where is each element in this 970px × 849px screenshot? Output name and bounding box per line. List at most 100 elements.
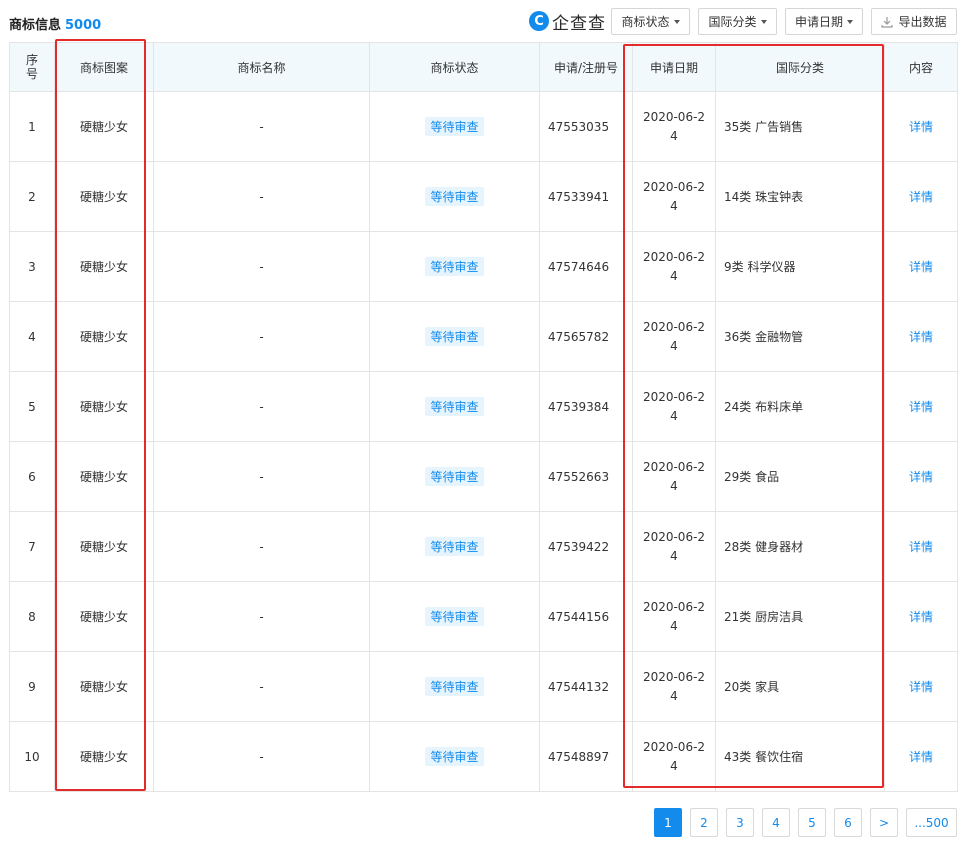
trademark-name: - <box>153 161 370 232</box>
status-badge: 等待审查 <box>425 467 484 486</box>
trademark-image: 硬糖少女 <box>54 651 154 722</box>
apply-date: 2020-06-2 4 <box>632 581 716 652</box>
status-cell: 等待审查 <box>369 371 540 442</box>
header-index: 序号 <box>9 42 55 92</box>
status-badge: 等待审查 <box>425 187 484 206</box>
intl-class: 43类 餐饮住宿 <box>715 721 885 792</box>
page-button-1[interactable]: 1 <box>654 808 682 837</box>
intl-class: 36类 金融物管 <box>715 301 885 372</box>
last-page-button[interactable]: ...500 <box>906 808 957 837</box>
status-badge: 等待审查 <box>425 747 484 766</box>
status-cell: 等待审查 <box>369 651 540 722</box>
row-index: 1 <box>9 91 55 162</box>
header-class: 国际分类 <box>715 42 885 92</box>
detail-link[interactable]: 详情 <box>909 400 933 414</box>
detail-cell: 详情 <box>884 161 958 232</box>
reg-number: 47574646 <box>539 231 633 302</box>
detail-cell: 详情 <box>884 371 958 442</box>
trademark-image: 硬糖少女 <box>54 301 154 372</box>
intl-class: 28类 健身器材 <box>715 511 885 582</box>
status-cell: 等待审查 <box>369 511 540 582</box>
filter-class-dropdown[interactable]: 国际分类 <box>698 8 777 35</box>
chevron-down-icon <box>847 19 853 24</box>
chevron-down-icon <box>760 19 767 24</box>
detail-link[interactable]: 详情 <box>909 260 933 274</box>
apply-date: 2020-06-2 4 <box>632 161 716 232</box>
reg-number: 47533941 <box>539 161 633 232</box>
detail-link[interactable]: 详情 <box>909 540 933 554</box>
status-badge: 等待审查 <box>425 607 484 626</box>
page-button-3[interactable]: 3 <box>726 808 754 837</box>
header-content: 内容 <box>884 42 958 92</box>
page-button-5[interactable]: 5 <box>798 808 826 837</box>
trademark-name: - <box>153 231 370 302</box>
row-index: 3 <box>9 231 55 302</box>
table-row: 6 硬糖少女 - 等待审查 47552663 2020-06-2 4 29类 食品… <box>9 441 958 512</box>
reg-number: 47552663 <box>539 441 633 512</box>
table-row: 2 硬糖少女 - 等待审查 47533941 2020-06-2 4 14类 珠宝… <box>9 161 958 232</box>
page-button-2[interactable]: 2 <box>690 808 718 837</box>
page-button-4[interactable]: 4 <box>762 808 790 837</box>
table-row: 8 硬糖少女 - 等待审查 47544156 2020-06-2 4 21类 厨房… <box>9 581 958 652</box>
filter-status-dropdown[interactable]: 商标状态 <box>611 8 690 35</box>
apply-date: 2020-06-2 4 <box>632 441 716 512</box>
status-cell: 等待审查 <box>369 231 540 302</box>
detail-link[interactable]: 详情 <box>909 190 933 204</box>
detail-cell: 详情 <box>884 231 958 302</box>
filter-date-label: 申请日期 <box>794 15 843 29</box>
intl-class: 14类 珠宝钟表 <box>715 161 885 232</box>
trademark-image: 硬糖少女 <box>54 91 154 162</box>
row-index: 5 <box>9 371 55 442</box>
trademark-image: 硬糖少女 <box>54 371 154 442</box>
intl-class: 9类 科学仪器 <box>715 231 885 302</box>
download-icon <box>881 16 894 28</box>
export-data-button[interactable]: 导出数据 <box>871 8 957 35</box>
trademark-image: 硬糖少女 <box>54 231 154 302</box>
filter-date-dropdown[interactable]: 申请日期 <box>785 8 863 35</box>
apply-date: 2020-06-2 4 <box>632 231 716 302</box>
detail-link[interactable]: 详情 <box>909 120 933 134</box>
intl-class: 21类 厨房洁具 <box>715 581 885 652</box>
status-cell: 等待审查 <box>369 161 540 232</box>
trademark-name: - <box>153 301 370 372</box>
trademark-image: 硬糖少女 <box>54 581 154 652</box>
filter-class-label: 国际分类 <box>708 15 757 29</box>
intl-class: 20类 家具 <box>715 651 885 722</box>
export-data-label: 导出数据 <box>898 15 947 29</box>
row-index: 8 <box>9 581 55 652</box>
trademark-image: 硬糖少女 <box>54 161 154 232</box>
apply-date: 2020-06-2 4 <box>632 371 716 442</box>
status-badge: 等待审查 <box>425 677 484 696</box>
table-header-row: 序号 商标图案 商标名称 商标状态 申请/注册号 申请日期 国际分类 内容 <box>9 42 958 92</box>
detail-cell: 详情 <box>884 721 958 792</box>
reg-number: 47544132 <box>539 651 633 722</box>
header-image: 商标图案 <box>54 42 154 92</box>
trademark-name: - <box>153 511 370 582</box>
apply-date: 2020-06-2 4 <box>632 91 716 162</box>
page-button-6[interactable]: 6 <box>834 808 862 837</box>
detail-link[interactable]: 详情 <box>909 470 933 484</box>
status-badge: 等待审查 <box>425 327 484 346</box>
intl-class: 24类 布料床单 <box>715 371 885 442</box>
detail-cell: 详情 <box>884 91 958 162</box>
detail-link[interactable]: 详情 <box>909 330 933 344</box>
detail-cell: 详情 <box>884 511 958 582</box>
detail-link[interactable]: 详情 <box>909 680 933 694</box>
status-cell: 等待审查 <box>369 91 540 162</box>
trademark-name: - <box>153 91 370 162</box>
reg-number: 47544156 <box>539 581 633 652</box>
detail-link[interactable]: 详情 <box>909 750 933 764</box>
status-badge: 等待审查 <box>425 117 484 136</box>
table-row: 4 硬糖少女 - 等待审查 47565782 2020-06-2 4 36类 金融… <box>9 301 958 372</box>
reg-number: 47539384 <box>539 371 633 442</box>
row-index: 4 <box>9 301 55 372</box>
qcc-logo-text: 企查查 <box>552 13 606 34</box>
detail-cell: 详情 <box>884 301 958 372</box>
table-row: 9 硬糖少女 - 等待审查 47544132 2020-06-2 4 20类 家具… <box>9 651 958 722</box>
row-index: 9 <box>9 651 55 722</box>
next-page-button[interactable]: > <box>870 808 898 837</box>
detail-link[interactable]: 详情 <box>909 610 933 624</box>
header-reg-no: 申请/注册号 <box>539 42 633 92</box>
apply-date: 2020-06-2 4 <box>632 651 716 722</box>
trademark-image: 硬糖少女 <box>54 441 154 512</box>
